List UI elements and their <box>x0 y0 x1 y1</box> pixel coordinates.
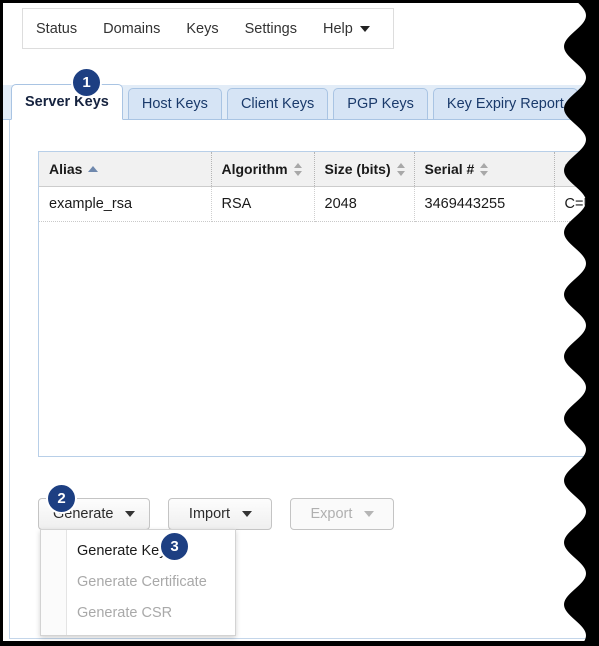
menu-item-help[interactable]: Help <box>310 9 383 48</box>
import-button-label: Import <box>188 506 231 522</box>
tab-pgp-keys-label: PGP Keys <box>347 96 414 112</box>
column-header-size-label: Size (bits) <box>324 161 391 177</box>
cell-alias: example_rsa <box>39 186 212 222</box>
tab-pgp-keys[interactable]: PGP Keys <box>333 88 428 120</box>
menu-item-help-label: Help <box>322 20 353 37</box>
action-button-row: Generate Import Export <box>38 498 395 530</box>
crop-edge-bottom <box>0 641 599 646</box>
crop-edge-wavy-right <box>564 0 599 646</box>
menu-item-domains-label: Domains <box>103 20 161 37</box>
menu-item-domains[interactable]: Domains <box>90 9 173 48</box>
dropdown-item-generate-certificate-label: Generate Certificate <box>77 573 207 590</box>
step-badge-3: 3 <box>159 531 190 562</box>
column-header-serial-label: Serial # <box>424 161 475 177</box>
crop-edge-top <box>0 0 599 3</box>
menu-item-status-label: Status <box>36 20 78 37</box>
tab-server-keys-label: Server Keys <box>25 94 109 110</box>
dropdown-item-generate-certificate: Generate Certificate <box>67 566 235 597</box>
column-header-algorithm[interactable]: Algorithm <box>211 152 315 187</box>
step-badge-1: 1 <box>71 67 102 98</box>
chevron-down-icon <box>242 511 253 517</box>
sort-ascending-icon <box>88 166 99 172</box>
dropdown-item-generate-key-label: Generate Key <box>77 542 167 559</box>
menu-item-settings-label: Settings <box>244 20 297 37</box>
chevron-down-icon <box>125 511 136 517</box>
dropdown-item-list: Generate Key Generate Certificate Genera… <box>67 530 235 635</box>
export-button-label: Export <box>310 506 353 522</box>
column-header-alias[interactable]: Alias <box>39 152 212 187</box>
tab-client-keys[interactable]: Client Keys <box>226 88 329 120</box>
table-header-row: Alias Algorithm Size (bits) Serial # <box>39 152 597 187</box>
tab-client-keys-label: Client Keys <box>240 96 315 112</box>
server-keys-table: Alias Algorithm Size (bits) Serial # exa… <box>38 151 598 457</box>
dropdown-item-generate-csr: Generate CSR <box>67 597 235 628</box>
sort-toggle-icon <box>480 162 489 176</box>
cell-algorithm: RSA <box>211 186 315 222</box>
dropdown-icon-gutter <box>41 530 67 635</box>
chevron-down-icon <box>359 25 370 32</box>
main-menu-bar: Status Domains Keys Settings Help <box>22 8 394 49</box>
tab-host-keys[interactable]: Host Keys <box>127 88 222 120</box>
dropdown-item-generate-csr-label: Generate CSR <box>77 604 173 621</box>
menu-item-settings[interactable]: Settings <box>232 9 310 48</box>
sort-toggle-icon <box>293 162 303 176</box>
step-badge-2: 2 <box>46 483 77 514</box>
menu-item-keys-label: Keys <box>186 20 219 37</box>
app-screenshot: Status Domains Keys Settings Help Server… <box>0 0 599 646</box>
chevron-down-icon <box>364 511 375 517</box>
tab-host-keys-label: Host Keys <box>141 96 208 112</box>
column-header-alias-label: Alias <box>49 161 83 177</box>
menu-item-status[interactable]: Status <box>23 9 90 48</box>
tab-key-expiry-report-label: Key Expiry Report <box>446 96 564 112</box>
column-header-size[interactable]: Size (bits) <box>314 152 415 187</box>
sort-toggle-icon <box>396 162 406 176</box>
import-button[interactable]: Import <box>168 498 273 530</box>
cell-size: 2048 <box>314 186 415 222</box>
cell-serial: 3469443255 <box>414 186 555 222</box>
column-header-algorithm-label: Algorithm <box>221 161 288 177</box>
crop-edge-left <box>0 0 3 646</box>
dropdown-item-generate-key[interactable]: Generate Key <box>67 535 235 566</box>
table-row[interactable]: example_rsa RSA 2048 3469443255 C=USA <box>39 186 597 222</box>
generate-dropdown-menu: Generate Key Generate Certificate Genera… <box>40 529 236 636</box>
menu-item-keys[interactable]: Keys <box>173 9 231 48</box>
tab-server-keys[interactable]: Server Keys <box>11 84 123 120</box>
column-header-serial[interactable]: Serial # <box>414 152 555 187</box>
export-button: Export <box>290 498 395 530</box>
